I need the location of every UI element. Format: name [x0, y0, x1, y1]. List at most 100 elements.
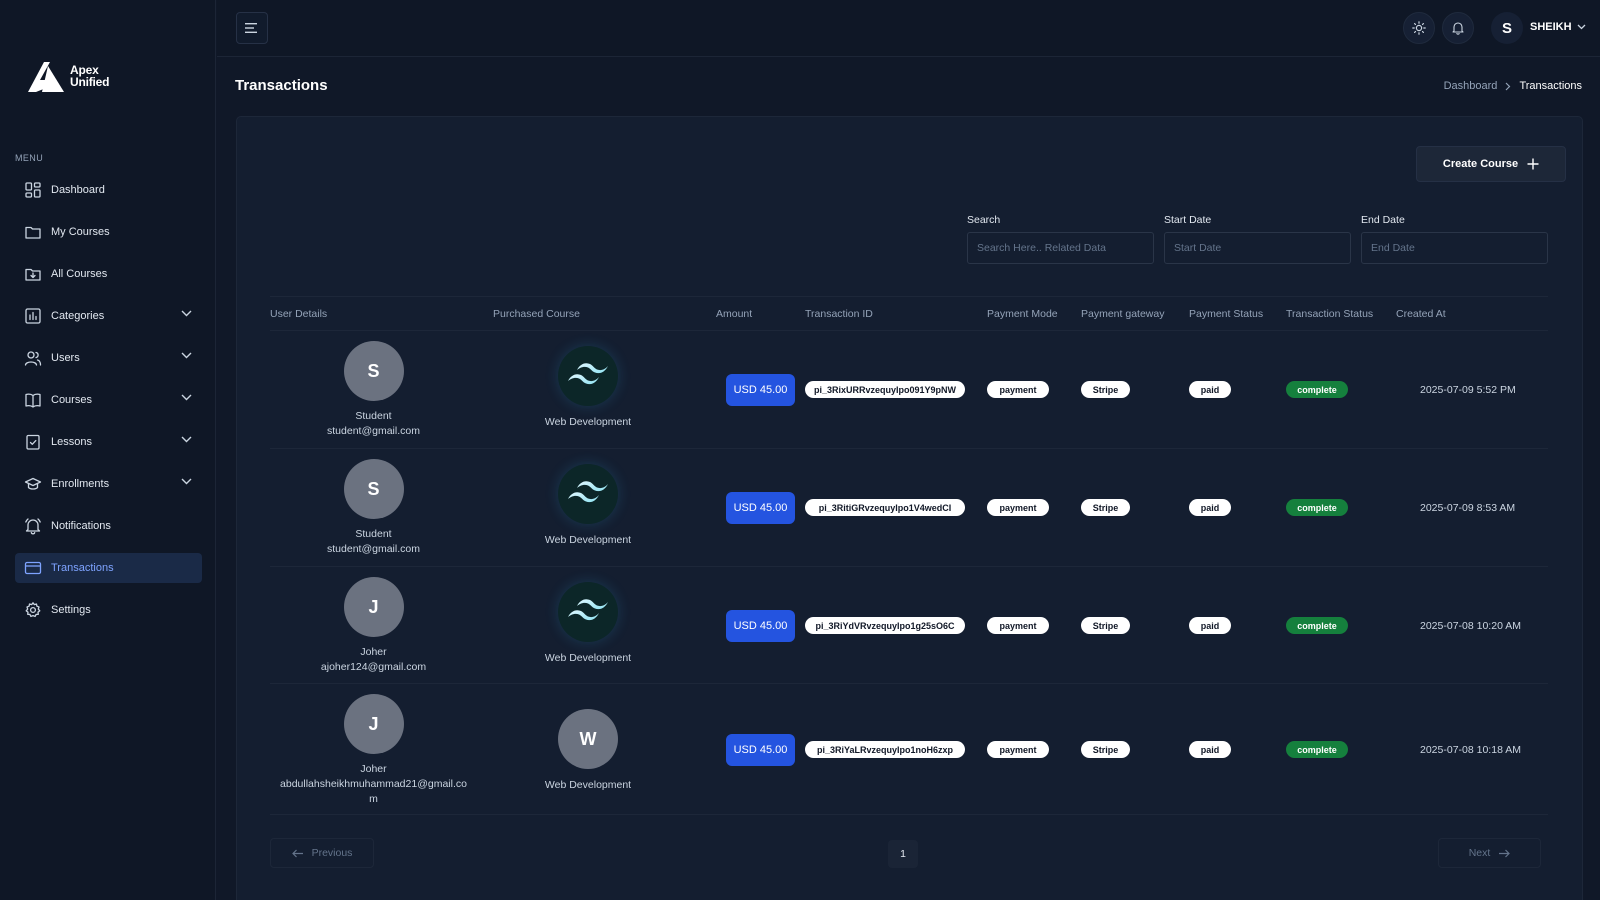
course-thumbnail — [558, 464, 618, 524]
chevron-right-icon — [1506, 82, 1511, 90]
end-date-filter: End Date End Date — [1361, 214, 1548, 264]
payment-mode-badge: payment — [987, 381, 1049, 398]
sidebar-item-my-courses[interactable]: My Courses — [15, 217, 202, 247]
user-menu[interactable]: SHEIKH — [1530, 21, 1586, 33]
transaction-id-badge: pi_3RixURRvzequyIpo091Y9pNW — [805, 381, 965, 398]
search-label: Search — [967, 214, 1001, 226]
sidebar-item-label: All Courses — [51, 268, 108, 280]
bell-icon — [24, 517, 42, 535]
start-date-input[interactable]: Start Date — [1164, 232, 1351, 264]
users-icon — [24, 349, 42, 367]
tailwind-logo-icon — [566, 597, 610, 627]
user-details: J Joher ajoher124@gmail.com — [270, 577, 477, 675]
payment-status-badge: paid — [1189, 741, 1231, 758]
transaction-status-badge: complete — [1286, 381, 1348, 398]
transaction-id-badge: pi_3RitiGRvzequyIpo1V4wedCI — [805, 499, 965, 516]
sidebar-item-courses[interactable]: Courses — [15, 385, 202, 415]
chevron-down-icon — [1577, 24, 1586, 30]
course-name: Web Development — [544, 416, 632, 428]
column-header: Payment gateway — [1081, 308, 1165, 320]
course-thumbnail: W — [558, 709, 618, 769]
payment-status-badge: paid — [1189, 499, 1231, 516]
search-filter: Search Search Here.. Related Data — [967, 214, 1154, 264]
next-page-button[interactable]: Next — [1438, 838, 1541, 868]
sidebar-item-settings[interactable]: Settings — [15, 595, 202, 625]
page-number-current[interactable]: 1 — [888, 840, 918, 868]
user-name: Joher — [360, 763, 387, 775]
user-avatar[interactable]: S — [1491, 12, 1523, 44]
theme-toggle-button[interactable] — [1403, 12, 1435, 44]
create-course-button[interactable]: Create Course — [1416, 146, 1566, 182]
user-details: S Student student@gmail.com — [270, 341, 477, 439]
hamburger-icon — [245, 23, 257, 33]
purchased-course: Web Development — [545, 582, 631, 664]
table-row[interactable]: S Student student@gmail.com Web Developm… — [270, 449, 1548, 567]
amount-badge: USD 45.00 — [726, 610, 795, 642]
user-details: S Student student@gmail.com — [270, 459, 477, 557]
user-name: Student — [355, 528, 392, 540]
previous-page-button[interactable]: Previous — [270, 838, 374, 868]
user-name: Joher — [360, 646, 387, 658]
sidebar-item-enrollments[interactable]: Enrollments — [15, 469, 202, 499]
bar-chart-icon — [24, 307, 42, 325]
page-title: Transactions — [235, 77, 328, 94]
purchased-course: Web Development — [545, 464, 631, 546]
bell-icon — [1452, 22, 1464, 35]
end-date-input[interactable]: End Date — [1361, 232, 1548, 264]
credit-card-icon — [24, 559, 42, 577]
graduation-cap-icon — [24, 475, 42, 493]
avatar: J — [343, 694, 404, 754]
payment-status-badge: paid — [1189, 381, 1231, 398]
user-email: student@gmail.com — [327, 425, 420, 437]
sidebar-item-lessons[interactable]: Lessons — [15, 427, 202, 457]
avatar: S — [343, 341, 404, 401]
user-name: Student — [355, 410, 392, 422]
column-header: Transaction Status — [1286, 308, 1374, 320]
apex-logo-icon — [28, 62, 64, 92]
sun-icon — [1412, 21, 1426, 35]
purchased-course: Web Development — [545, 346, 631, 428]
table-row[interactable]: J Joher abdullahsheikhmuhammad21@gmail.c… — [270, 684, 1548, 815]
created-at: 2025-07-09 5:52 PM — [1420, 384, 1516, 396]
sidebar-item-label: Dashboard — [51, 184, 105, 196]
menu-toggle-button[interactable] — [236, 12, 268, 44]
table-row[interactable]: S Student student@gmail.com Web Developm… — [270, 331, 1548, 449]
sidebar-item-label: Courses — [51, 394, 92, 406]
column-header: Payment Status — [1189, 308, 1264, 320]
arrow-left-icon — [291, 849, 303, 857]
search-input[interactable]: Search Here.. Related Data — [967, 232, 1154, 264]
sidebar-item-categories[interactable]: Categories — [15, 301, 202, 331]
transaction-id-badge: pi_3RiYdVRvzequyIpo1g25sO6C — [805, 617, 965, 634]
dashboard-grid-icon — [24, 181, 42, 199]
column-header: Payment Mode — [987, 308, 1058, 320]
create-course-label: Create Course — [1442, 158, 1519, 170]
sidebar-item-transactions[interactable]: Transactions — [15, 553, 202, 583]
created-at: 2025-07-09 8:53 AM — [1420, 502, 1516, 514]
table-row[interactable]: J Joher ajoher124@gmail.com Web Developm… — [270, 567, 1548, 684]
arrow-right-icon — [1499, 849, 1511, 857]
sidebar-item-notifications[interactable]: Notifications — [15, 511, 202, 541]
amount-badge: USD 45.00 — [726, 492, 795, 524]
payment-gateway-badge: Stripe — [1081, 617, 1130, 634]
brand-logo[interactable]: Apex Unified — [26, 58, 109, 94]
sidebar-item-label: Lessons — [51, 436, 92, 448]
sidebar-item-all-courses[interactable]: All Courses — [15, 259, 202, 289]
payment-mode-badge: payment — [987, 499, 1049, 516]
transaction-status-badge: complete — [1286, 741, 1348, 758]
breadcrumb: Dashboard Transactions — [1444, 80, 1582, 92]
sidebar-item-label: Categories — [51, 310, 105, 322]
sidebar-item-label: Enrollments — [51, 478, 110, 490]
notifications-button[interactable] — [1442, 12, 1474, 44]
clipboard-check-icon — [24, 433, 42, 451]
course-thumbnail — [558, 346, 618, 406]
chevron-down-icon — [181, 310, 192, 317]
tailwind-logo-icon — [566, 479, 610, 509]
book-open-icon — [24, 391, 42, 409]
column-header: Created At — [1396, 308, 1446, 320]
sidebar-item-users[interactable]: Users — [15, 343, 202, 373]
sidebar-nav: Dashboard My Courses All Courses Categories… — [15, 175, 202, 637]
sidebar-item-dashboard[interactable]: Dashboard — [15, 175, 202, 205]
user-email: student@gmail.com — [327, 543, 420, 555]
breadcrumb-dashboard-link[interactable]: Dashboard — [1444, 80, 1498, 92]
sidebar-item-label: Transactions — [51, 562, 114, 574]
